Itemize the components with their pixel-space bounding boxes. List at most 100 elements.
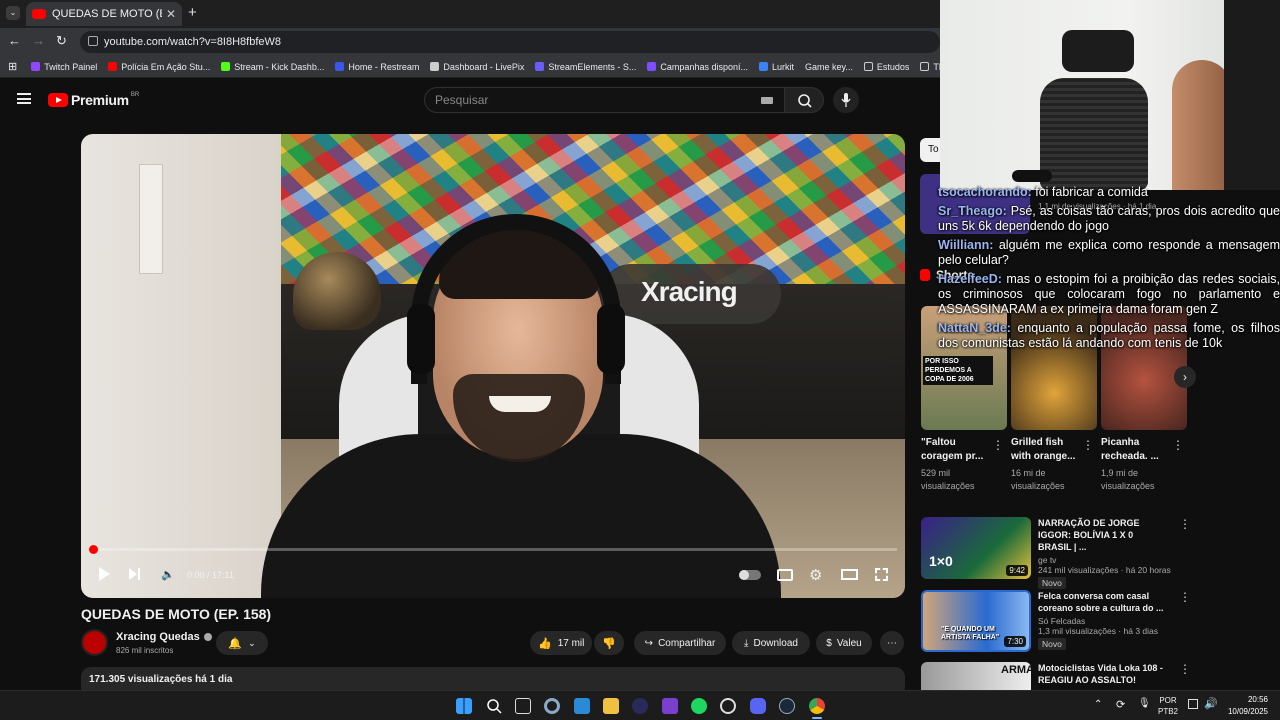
share-button[interactable]: ↪ Compartilhar [634, 631, 726, 655]
short-menu-icon[interactable]: ⋮ [1082, 438, 1094, 452]
app-icon[interactable] [662, 698, 678, 714]
url-field[interactable]: youtube.com/watch?v=8I8H8fbfeW8 [80, 31, 940, 53]
bookmark-item[interactable]: Campanhas disponí... [647, 62, 748, 72]
tray-chevron-icon[interactable]: ⌃ [1094, 699, 1102, 710]
apps-grid-icon[interactable]: ⊞ [8, 60, 17, 73]
bookmark-item[interactable]: StreamElements - S... [535, 62, 636, 72]
progress-bar[interactable] [89, 545, 897, 554]
bookmark-item[interactable]: Twitch Painel [31, 62, 97, 72]
search-icon[interactable] [486, 698, 502, 714]
video-menu-icon[interactable]: ⋮ [1179, 662, 1191, 676]
bookmark-item[interactable]: Thumbnails [920, 62, 940, 72]
volume-icon[interactable]: 🔈 [161, 568, 175, 581]
related-video[interactable]: "E QUANDO UM ARTISTA FALHA" 7:30 Felca c… [921, 590, 1191, 652]
play-icon[interactable] [99, 567, 110, 581]
menu-icon[interactable] [17, 93, 31, 104]
thanks-button[interactable]: $ Valeu [816, 631, 872, 655]
bookmark-item[interactable]: Home - Restream [335, 62, 419, 72]
bookmark-item[interactable]: Stream - Kick Dashb... [221, 62, 324, 72]
keyboard-language[interactable]: POR PTB2 [1158, 695, 1178, 717]
start-windows-icon[interactable] [456, 698, 472, 714]
bookmark-label: Dashboard - LivePix [443, 61, 525, 72]
theater-mode-icon[interactable] [841, 569, 858, 580]
bookmark-item[interactable]: Lurkit [758, 62, 794, 72]
short-menu-icon[interactable]: ⋮ [1172, 438, 1184, 452]
keyboard-icon[interactable] [761, 97, 773, 104]
video-channel[interactable]: Só Felcadas [1038, 616, 1168, 626]
settings-icon[interactable] [544, 698, 560, 714]
site-info-icon[interactable] [88, 36, 98, 46]
tray-mic-icon[interactable]: 🎙 [1138, 698, 1151, 709]
download-button[interactable]: ⤓ Download [732, 631, 810, 655]
bookmark-label: Estudos [876, 61, 910, 72]
obs-icon[interactable] [632, 698, 648, 714]
subtitles-icon[interactable] [777, 569, 793, 581]
fullscreen-icon[interactable] [875, 568, 888, 581]
short-menu-icon[interactable]: ⋮ [992, 438, 1004, 452]
region-code: BR [130, 92, 140, 98]
bookmark-item[interactable]: Dashboard - LivePix [430, 62, 524, 72]
reload-icon[interactable]: ↻ [56, 33, 67, 49]
more-icon: ⋯ [887, 637, 897, 649]
youtube-logo[interactable]: Premium BR [48, 92, 139, 108]
video-player[interactable]: Xracing 🔈 0:00 / 17:11 ⚙ [81, 134, 905, 598]
bookmark-item[interactable]: Estudos [863, 61, 910, 72]
next-icon[interactable] [129, 568, 141, 580]
related-video[interactable]: ARMA Motociclistas Vida Loka 108 - REAGI… [921, 662, 1191, 690]
short-views: 16 mi de visualizações [1011, 468, 1065, 491]
chatgpt-icon[interactable] [720, 698, 736, 714]
channel-avatar[interactable] [81, 629, 108, 656]
video-stats: 241 mil visualizações · há 20 horas [1038, 565, 1171, 575]
tab-list-dropdown-icon[interactable]: ⌄ [6, 6, 20, 20]
voice-search-button[interactable] [833, 87, 859, 113]
video-menu-icon[interactable]: ⋮ [1179, 517, 1191, 531]
player-controls: 🔈 0:00 / 17:11 ⚙ [81, 545, 905, 598]
short-title: Picanha recheada. ... [1101, 437, 1159, 462]
steam-icon[interactable] [779, 698, 795, 714]
file-explorer-icon[interactable] [603, 698, 619, 714]
super-thanks-icon: $ [826, 637, 832, 649]
chrome-icon[interactable] [809, 698, 825, 714]
video-meta: Felca conversa com casal coreano sobre a… [1038, 590, 1168, 650]
youtube-favicon-icon [32, 9, 46, 19]
tray-sync-icon[interactable]: ⟳ [1116, 698, 1125, 711]
video-channel[interactable]: ge tv [1038, 555, 1168, 565]
video-menu-icon[interactable]: ⋮ [1179, 590, 1191, 604]
photos-icon[interactable] [574, 698, 590, 714]
channel-name[interactable]: Xracing Quedas [116, 631, 200, 643]
forward-icon[interactable]: → [32, 33, 45, 48]
search-input[interactable]: Pesquisar [424, 87, 786, 113]
settings-gear-icon[interactable]: ⚙ [809, 566, 822, 584]
spotify-icon[interactable] [691, 698, 707, 714]
office-chair-headrest [1062, 30, 1134, 72]
like-button[interactable]: 👍 17 mil [530, 631, 592, 655]
dislike-button[interactable]: 👎 [594, 631, 624, 655]
network-icon[interactable] [1188, 699, 1198, 709]
chevron-down-icon: ⌄ [248, 637, 256, 648]
autoplay-toggle[interactable] [739, 570, 761, 580]
language-code: POR [1159, 696, 1177, 705]
clock-time: 20:56 [1247, 695, 1268, 704]
thumb-text: ARMA [1001, 664, 1031, 676]
youtube-play-logo-icon [48, 93, 68, 107]
helmet [293, 252, 381, 330]
new-tab-icon[interactable]: + [188, 4, 197, 21]
system-clock[interactable]: 20:56 10/09/2025 [1228, 694, 1268, 718]
verified-icon [203, 633, 212, 641]
browser-tab[interactable]: QUEDAS DE MOTO (EP. 158) - Y ✕ [26, 2, 182, 26]
more-actions-button[interactable]: ⋯ [880, 631, 904, 655]
search-button[interactable] [784, 87, 824, 113]
volume-tray-icon[interactable]: 🔊 [1204, 697, 1218, 710]
bookmark-item[interactable]: Game key... [805, 62, 853, 72]
related-video[interactable]: 1×0 9:42 NARRAÇÃO DE JORGE IGGOR: BOLÍVI… [921, 517, 1191, 589]
notification-bell-button[interactable]: 🔔 ⌄ [216, 631, 268, 655]
close-tab-icon[interactable]: ✕ [166, 7, 176, 21]
discord-icon[interactable] [750, 698, 766, 714]
download-icon: ⤓ [744, 637, 749, 649]
back-icon[interactable]: ← [8, 33, 21, 48]
shorts-next-button[interactable]: › [1174, 366, 1196, 388]
scrubber-handle[interactable] [89, 545, 98, 554]
task-view-icon[interactable] [515, 698, 531, 714]
bookmark-item[interactable]: Polícia Em Ação Stu... [108, 62, 210, 72]
folder-icon [920, 62, 930, 71]
